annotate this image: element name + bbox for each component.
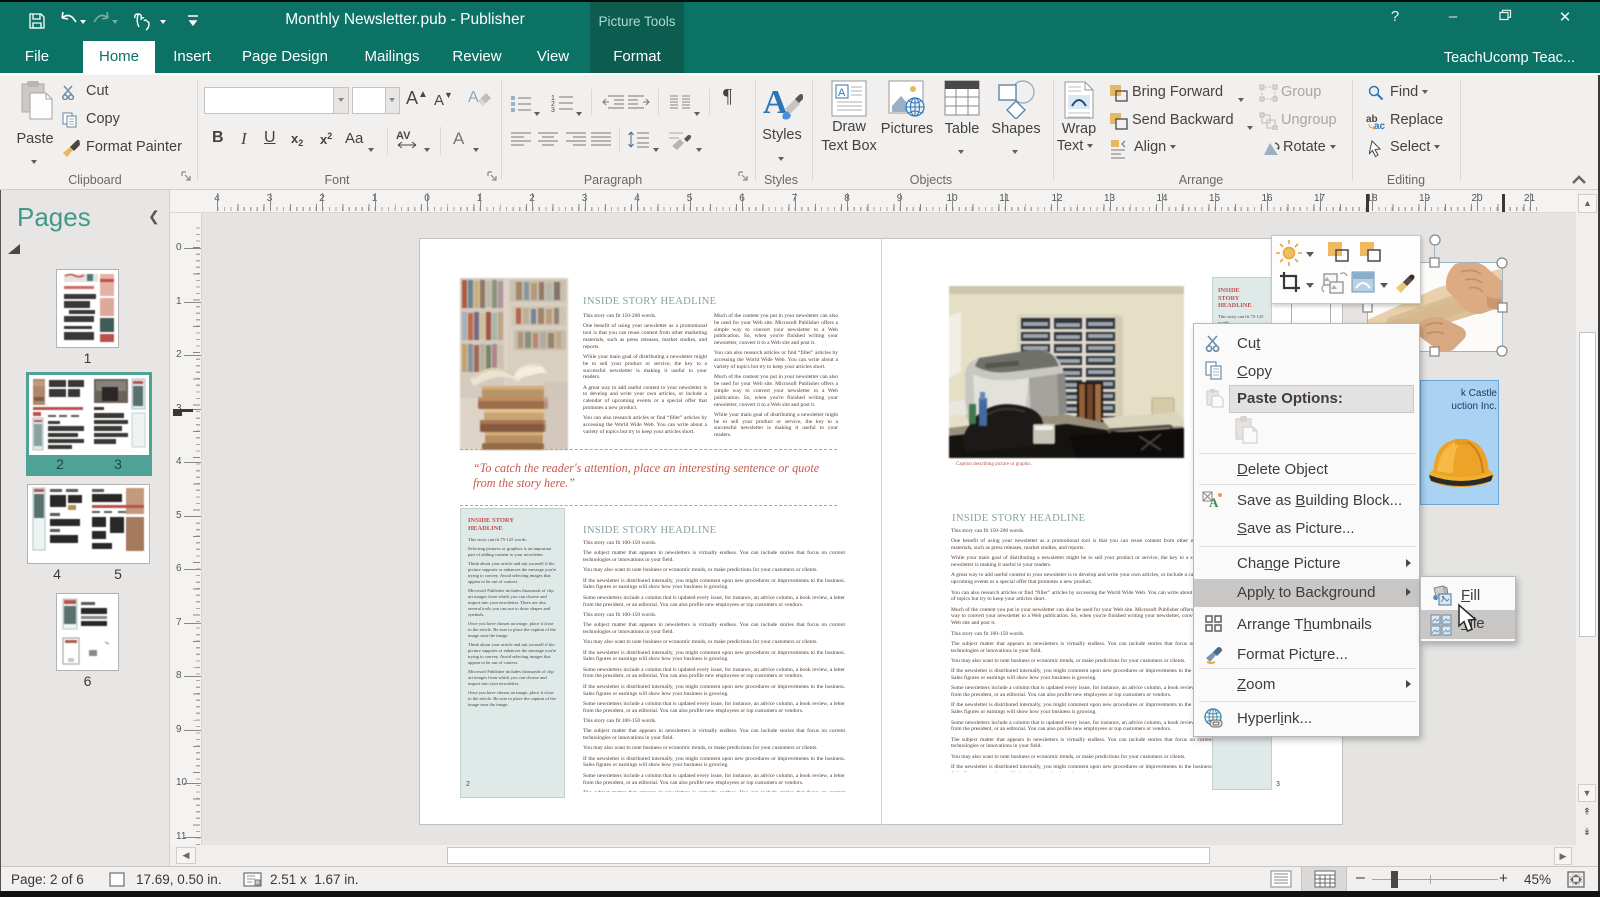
svg-text:A: A (1209, 495, 1219, 510)
svg-text:A: A (838, 87, 846, 99)
svg-text:ac: ac (1374, 121, 1386, 130)
svg-text:AV: AV (396, 130, 411, 142)
svg-text:3: 3 (551, 107, 555, 112)
svg-text:A: A (468, 89, 479, 106)
